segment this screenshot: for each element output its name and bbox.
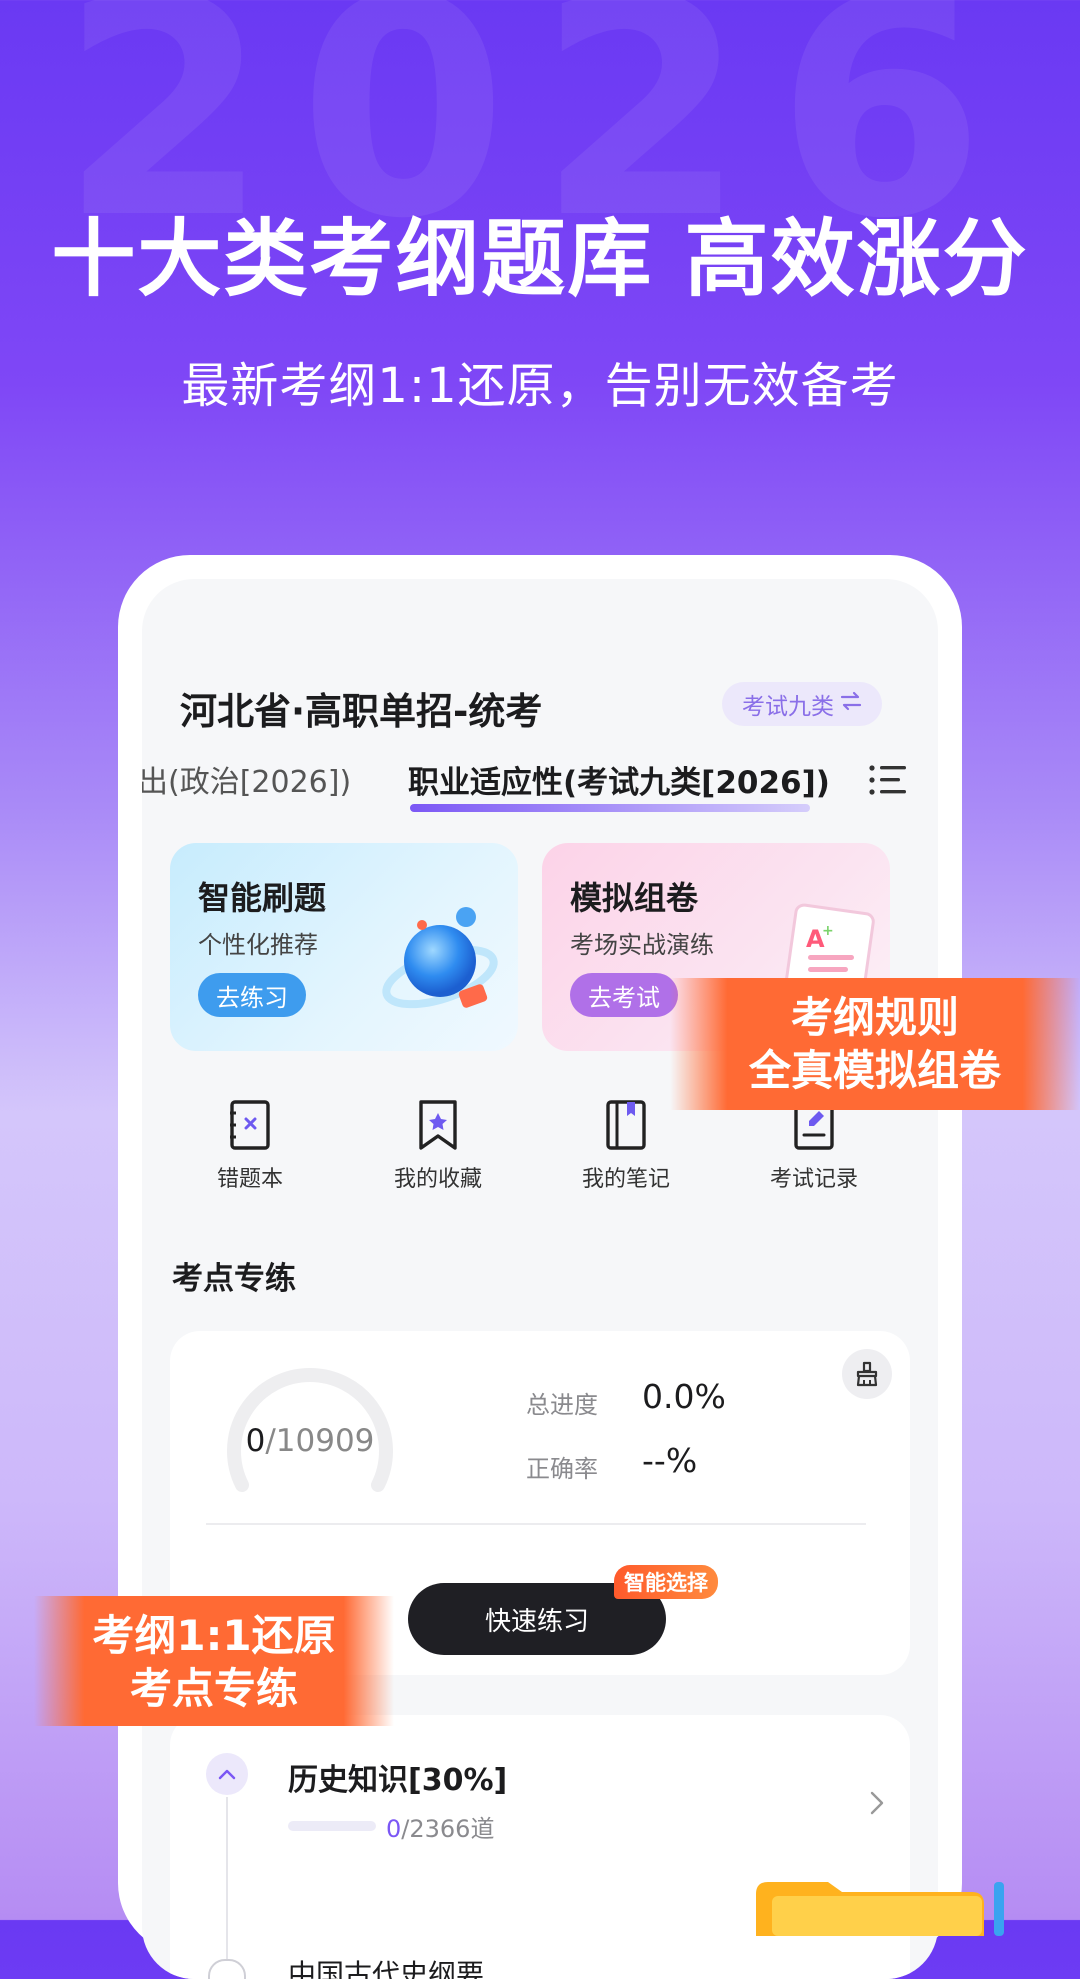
card-title: 模拟组卷 xyxy=(570,879,699,917)
callout-line: 考点专练 xyxy=(129,1663,298,1713)
notes-link[interactable]: 我的笔记 xyxy=(556,1099,696,1193)
progress-label: 总进度 xyxy=(526,1391,598,1419)
section-title: 考点专练 xyxy=(172,1261,296,1297)
list-menu-icon[interactable] xyxy=(868,763,908,797)
topic-progress-bar xyxy=(288,1821,376,1831)
tab-vocational-aptitude[interactable]: 职业适应性(考试九类[2026]) xyxy=(408,757,830,802)
broom-icon xyxy=(856,1361,878,1387)
hero-title: 十大类考纲题库 高效涨分 xyxy=(51,210,1029,308)
card-title: 智能刷题 xyxy=(198,879,327,917)
planet-3d-icon xyxy=(378,895,508,1025)
callout-line: 考纲1:1还原 xyxy=(92,1611,336,1660)
smart-practice-card[interactable]: 智能刷题 个性化推荐 去练习 xyxy=(170,843,518,1051)
exam-chip-label: 考试九类 xyxy=(742,694,834,720)
quick-link-label: 我的笔记 xyxy=(581,1167,670,1192)
topic-drill-callout: 考纲1:1还原 考点专练 xyxy=(34,1596,394,1726)
notebook-icon xyxy=(606,1100,646,1150)
folder-3d-icon xyxy=(756,1882,1004,1936)
hero-subtitle: 最新考纲1:1还原，告别无效备考 xyxy=(181,358,899,414)
wrong-questions-link[interactable]: 错题本 xyxy=(180,1099,320,1193)
card-subtitle: 个性化推荐 xyxy=(198,931,318,959)
collapse-button[interactable] xyxy=(206,1753,248,1795)
bookmark-icon xyxy=(419,1100,457,1150)
quick-link-label: 考试记录 xyxy=(769,1167,858,1192)
subtopic-title[interactable]: 中国古代史纲要 xyxy=(288,1953,484,1979)
mock-exam-callout: 考纲规则 全真模拟组卷 xyxy=(670,978,1080,1110)
page-title: 河北省·高职单招-统考 xyxy=(180,690,543,733)
topic-title[interactable]: 历史知识[30%] xyxy=(288,1755,507,1799)
phone-frame: 河北省·高职单招-统考 考试九类 出(政治[2026]) 职业适应性(考试九类[… xyxy=(118,555,962,1979)
topic-list-card: 历史知识[30%] 0/2366道 中国古代史纲要 xyxy=(170,1715,910,1979)
topic-count: 0/2366道 xyxy=(386,1815,495,1843)
smart-select-badge: 智能选择 xyxy=(614,1565,718,1599)
subject-tabs: 出(政治[2026]) 职业适应性(考试九类[2026]) xyxy=(142,749,938,812)
exam-type-switch-button[interactable]: 考试九类 xyxy=(722,682,882,726)
callout-line: 全真模拟组卷 xyxy=(748,1045,1001,1095)
svg-text:+: + xyxy=(822,923,834,939)
divider xyxy=(206,1523,866,1525)
accuracy-value: --% xyxy=(642,1441,698,1480)
favorites-link[interactable]: 我的收藏 xyxy=(368,1099,508,1193)
chevron-up-icon xyxy=(218,1769,236,1780)
app-screen: 河北省·高职单招-统考 考试九类 出(政治[2026]) 职业适应性(考试九类[… xyxy=(142,579,938,1979)
quick-link-label: 我的收藏 xyxy=(393,1167,482,1192)
progress-count: 0/10909 xyxy=(245,1423,375,1459)
active-tab-indicator xyxy=(410,804,810,812)
clear-progress-button[interactable] xyxy=(842,1349,892,1399)
callout-line: 考纲规则 xyxy=(790,993,959,1042)
card-subtitle: 考场实战演练 xyxy=(570,931,714,959)
chevron-right-icon[interactable] xyxy=(870,1791,884,1819)
tree-line xyxy=(226,1797,228,1979)
go-practice-button[interactable]: 去练习 xyxy=(198,973,306,1017)
exam-records-link[interactable]: 考试记录 xyxy=(744,1099,884,1193)
progress-value: 0.0% xyxy=(642,1377,726,1416)
wrong-book-icon xyxy=(230,1100,270,1150)
go-exam-button[interactable]: 去考试 xyxy=(570,973,678,1017)
tab-politics[interactable]: 出(政治[2026]) xyxy=(142,757,351,801)
accuracy-label: 正确率 xyxy=(526,1455,598,1483)
subtopic-node xyxy=(208,1959,246,1979)
swap-icon xyxy=(840,691,862,717)
quick-links-row: 错题本 我的收藏 我的笔记 考试记录 xyxy=(142,1099,938,1209)
quick-link-label: 错题本 xyxy=(216,1167,283,1192)
